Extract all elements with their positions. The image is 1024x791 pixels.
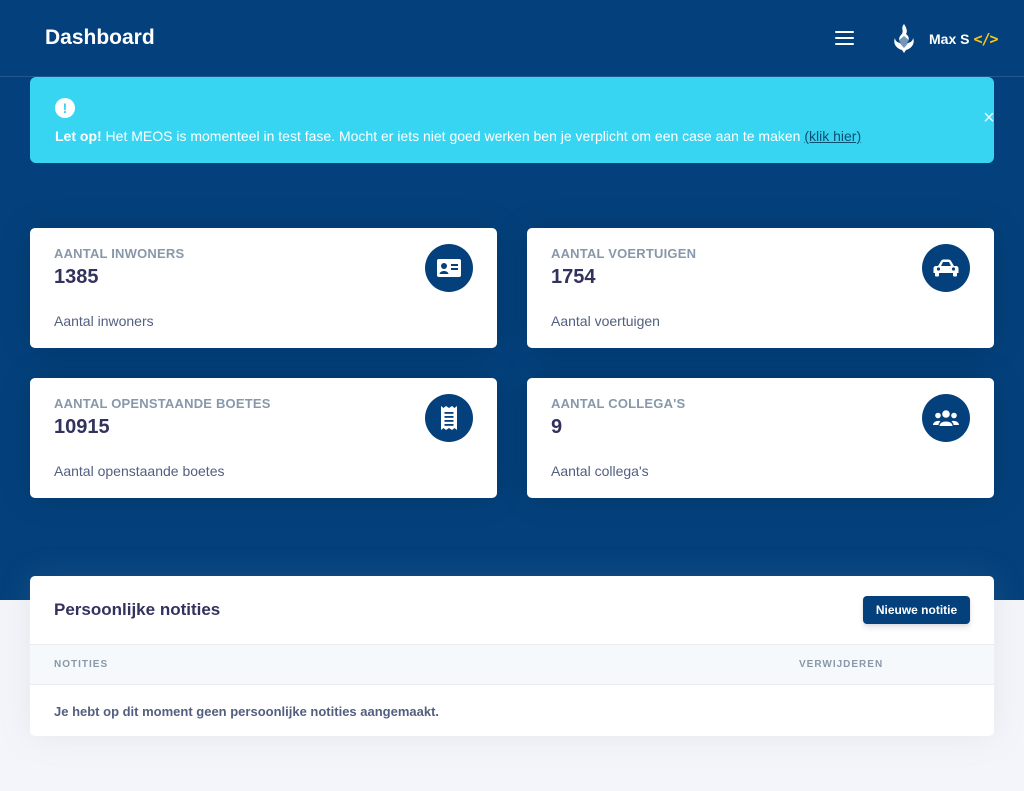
top-navbar: Dashboard Max S </>: [0, 0, 1024, 77]
stat-card-collegas: AANTAL COLLEGA'S 9 Aantal collega's: [527, 378, 994, 498]
code-badge-icon: </>: [973, 30, 998, 48]
notes-title: Persoonlijke notities: [54, 600, 221, 619]
stat-subtitle: Aantal inwoners: [54, 313, 154, 329]
stat-title: AANTAL INWONERS: [54, 246, 185, 261]
column-header-notities: NOTITIES: [54, 659, 109, 670]
stat-title: AANTAL OPENSTAANDE BOETES: [54, 396, 271, 411]
stat-subtitle: Aantal openstaande boetes: [54, 463, 225, 479]
stat-value: 10915: [54, 416, 110, 438]
page-title: Dashboard: [45, 26, 155, 49]
stat-card-boetes: AANTAL OPENSTAANDE BOETES 10915 Aantal o…: [30, 378, 497, 498]
receipt-icon: [425, 394, 473, 442]
car-icon: [922, 244, 970, 292]
alert-bold: Let op!: [55, 128, 102, 144]
notes-card: Persoonlijke notities Nieuwe notitie NOT…: [30, 576, 994, 736]
stat-card-inwoners: AANTAL INWONERS 1385 Aantal inwoners: [30, 228, 497, 348]
user-name: Max S: [929, 31, 970, 47]
stat-subtitle: Aantal collega's: [551, 463, 649, 479]
test-phase-alert: ! Let op! Het MEOS is momenteel in test …: [30, 77, 997, 163]
user-menu[interactable]: Max S </>: [929, 30, 999, 48]
stat-value: 9: [551, 416, 563, 438]
alert-link[interactable]: (klik hier): [804, 128, 861, 144]
stat-card-voertuigen: AANTAL VOERTUIGEN 1754 Aantal voertuigen: [527, 228, 994, 348]
column-header-verwijderen: VERWIJDEREN: [799, 659, 884, 670]
stat-title: AANTAL COLLEGA'S: [551, 396, 686, 411]
stat-value: 1385: [54, 266, 99, 288]
stat-title: AANTAL VOERTUIGEN: [551, 246, 697, 261]
stat-subtitle: Aantal voertuigen: [551, 313, 660, 329]
empty-notes-message: Je hebt op dit moment geen persoonlijke …: [54, 704, 440, 719]
alert-body: Het MEOS is momenteel in test fase. Moch…: [101, 128, 805, 144]
stat-value: 1754: [551, 266, 596, 288]
close-icon[interactable]: ×: [981, 108, 997, 128]
menu-toggle-icon[interactable]: [835, 31, 855, 46]
police-logo-icon: [894, 24, 914, 53]
notes-table-header: NOTITIES VERWIJDEREN: [30, 644, 994, 685]
id-card-icon: [425, 244, 473, 292]
exclamation-icon: !: [55, 98, 75, 118]
users-icon: [922, 394, 970, 442]
alert-message: Let op! Het MEOS is momenteel in test fa…: [55, 128, 861, 144]
new-note-button[interactable]: Nieuwe notitie: [863, 596, 970, 624]
